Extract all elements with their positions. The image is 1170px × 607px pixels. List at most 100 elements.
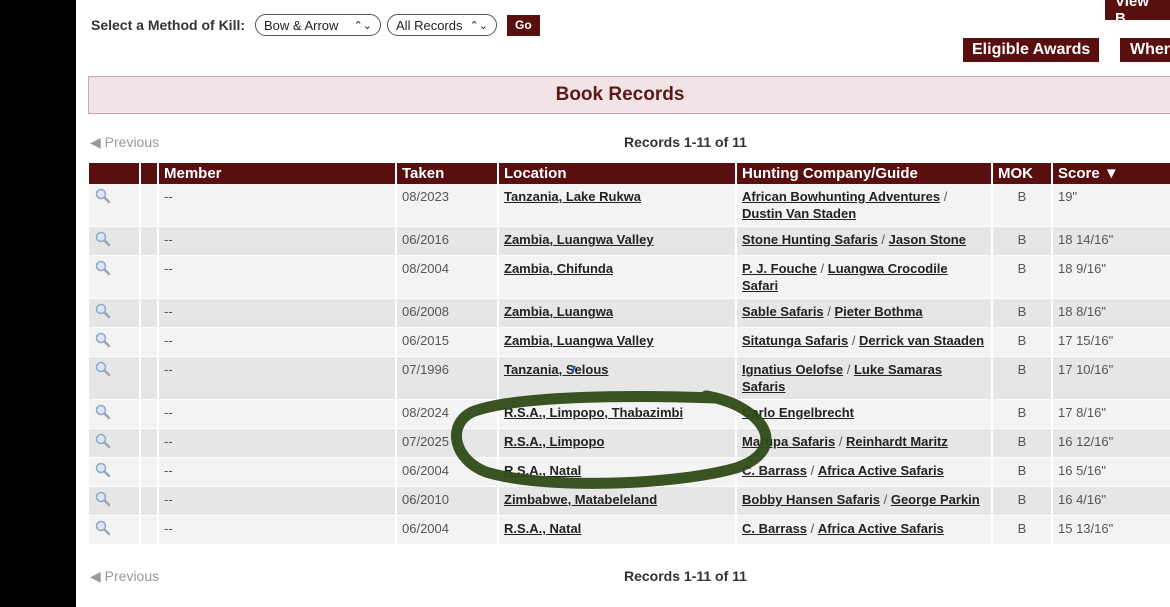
member-cell: --: [158, 226, 397, 256]
guide-link[interactable]: Jason Stone: [889, 232, 966, 247]
location-link[interactable]: Tanzania, Selous: [504, 362, 609, 377]
magnifier-icon[interactable]: [94, 188, 112, 204]
view-cell[interactable]: [89, 255, 141, 299]
company-link[interactable]: Stone Hunting Safaris: [742, 232, 878, 247]
records-filter-select[interactable]: All Records ⌃⌄: [387, 14, 498, 36]
view-button[interactable]: View B: [1105, 0, 1170, 27]
previous-label: Previous: [104, 134, 160, 150]
company-link[interactable]: C. Barrass: [742, 463, 807, 478]
view-cell[interactable]: [89, 457, 141, 487]
section-title: Book Records: [555, 84, 685, 105]
location-link[interactable]: R.S.A., Limpopo: [504, 434, 604, 449]
location-link[interactable]: Zambia, Luangwa: [504, 304, 613, 319]
magnifier-icon[interactable]: [94, 462, 112, 478]
view-cell[interactable]: [89, 184, 141, 227]
method-of-kill-select[interactable]: Bow & Arrow ⌃⌄: [255, 14, 382, 36]
separator: /: [835, 434, 847, 449]
magnifier-icon[interactable]: [94, 303, 112, 319]
where-button[interactable]: Wher: [1120, 38, 1170, 62]
records-table: Member Taken Location Hunting Company/Gu…: [89, 163, 1170, 545]
guide-link[interactable]: Africa Active Safaris: [818, 463, 944, 478]
company-link[interactable]: P. J. Fouche: [742, 261, 817, 276]
location-link[interactable]: R.S.A., Natal: [504, 463, 581, 478]
header-mok[interactable]: MOK: [992, 163, 1053, 184]
location-link[interactable]: Zimbabwe, Matabeleland: [504, 492, 657, 507]
company-link[interactable]: Ignatius Oelofse: [742, 362, 843, 377]
score-cell: 16 12/16": [1052, 428, 1170, 458]
header-member[interactable]: Member: [158, 163, 397, 184]
table-header-row: Member Taken Location Hunting Company/Gu…: [89, 163, 1170, 184]
blank-cell: [140, 399, 159, 429]
location-link[interactable]: Zambia, Chifunda: [504, 261, 613, 276]
mok-cell: B: [992, 428, 1053, 458]
location-link[interactable]: R.S.A., Natal: [504, 521, 581, 536]
magnifier-icon[interactable]: [94, 404, 112, 420]
eligible-awards-button[interactable]: Eligible Awards: [963, 38, 1100, 62]
blank-cell: [140, 515, 159, 545]
mok-cell: B: [992, 486, 1053, 516]
go-button[interactable]: Go: [507, 14, 540, 36]
view-cell[interactable]: [89, 428, 141, 458]
records-count-bottom: Records 1-11 of 11: [624, 568, 747, 584]
separator: /: [823, 304, 835, 319]
view-cell[interactable]: [89, 399, 141, 429]
guide-link[interactable]: Derrick van Staaden: [859, 333, 984, 348]
header-view: [89, 163, 141, 184]
magnifier-icon[interactable]: [94, 361, 112, 377]
company-cell: Carlo Engelbrecht: [736, 399, 993, 429]
score-cell: 19": [1052, 184, 1170, 227]
previous-link-top[interactable]: ◀ Previous: [90, 134, 159, 151]
header-score-cell[interactable]: Score ▼: [1052, 163, 1170, 184]
magnifier-icon[interactable]: [94, 332, 112, 348]
header-company[interactable]: Hunting Company/Guide: [736, 163, 993, 184]
method-of-kill-label: Select a Method of Kill:: [91, 17, 246, 33]
member-cell: --: [158, 428, 397, 458]
view-cell[interactable]: [89, 356, 141, 400]
company-link[interactable]: Carlo Engelbrecht: [742, 405, 854, 420]
location-link[interactable]: Zambia, Luangwa Valley: [504, 333, 654, 348]
taken-cell: 06/2016: [396, 226, 499, 256]
view-cell[interactable]: [89, 298, 141, 328]
view-cell[interactable]: [89, 226, 141, 256]
header-score: Score: [1058, 165, 1100, 182]
magnifier-icon[interactable]: [94, 491, 112, 507]
score-cell: 17 15/16": [1052, 327, 1170, 357]
location-link[interactable]: Tanzania, Lake Rukwa: [504, 189, 641, 204]
records-select-value: All Records: [396, 17, 463, 33]
guide-link[interactable]: George Parkin: [891, 492, 980, 507]
blank-cell: [140, 457, 159, 487]
location-link[interactable]: R.S.A., Limpopo, Thabazimbi: [504, 405, 683, 420]
view-cell[interactable]: [89, 515, 141, 545]
blank-cell: [140, 356, 159, 400]
guide-link[interactable]: Dustin Van Staden: [742, 206, 856, 221]
company-link[interactable]: Bobby Hansen Safaris: [742, 492, 880, 507]
guide-link[interactable]: Reinhardt Maritz: [846, 434, 948, 449]
section-title-bar: Book Records: [88, 76, 1170, 114]
magnifier-icon[interactable]: [94, 520, 112, 536]
header-location[interactable]: Location: [498, 163, 737, 184]
separator: /: [843, 362, 854, 377]
table-row: -- 06/2004 R.S.A., Natal C. Barrass / Af…: [89, 457, 1170, 487]
method-of-kill-row: Select a Method of Kill: Bow & Arrow ⌃⌄ …: [91, 14, 540, 36]
score-cell: 18 14/16": [1052, 226, 1170, 256]
company-link[interactable]: C. Barrass: [742, 521, 807, 536]
view-cell[interactable]: [89, 486, 141, 516]
member-cell: --: [158, 184, 397, 227]
guide-link[interactable]: Pieter Bothma: [835, 304, 923, 319]
company-cell: African Bowhunting Adventures / Dustin V…: [736, 184, 993, 227]
company-link[interactable]: Sitatunga Safaris: [742, 333, 848, 348]
header-taken[interactable]: Taken: [396, 163, 499, 184]
company-link[interactable]: Marupa Safaris: [742, 434, 835, 449]
magnifier-icon[interactable]: [94, 231, 112, 247]
magnifier-icon[interactable]: [94, 260, 112, 276]
previous-link-bottom[interactable]: ◀ Previous: [90, 568, 159, 585]
company-link[interactable]: Sable Safaris: [742, 304, 824, 319]
score-cell: 16 5/16": [1052, 457, 1170, 487]
previous-label: Previous: [104, 568, 160, 584]
location-link[interactable]: Zambia, Luangwa Valley: [504, 232, 654, 247]
magnifier-icon[interactable]: [94, 433, 112, 449]
company-link[interactable]: African Bowhunting Adventures: [742, 189, 940, 204]
member-cell: --: [158, 515, 397, 545]
view-cell[interactable]: [89, 327, 141, 357]
guide-link[interactable]: Africa Active Safaris: [818, 521, 944, 536]
